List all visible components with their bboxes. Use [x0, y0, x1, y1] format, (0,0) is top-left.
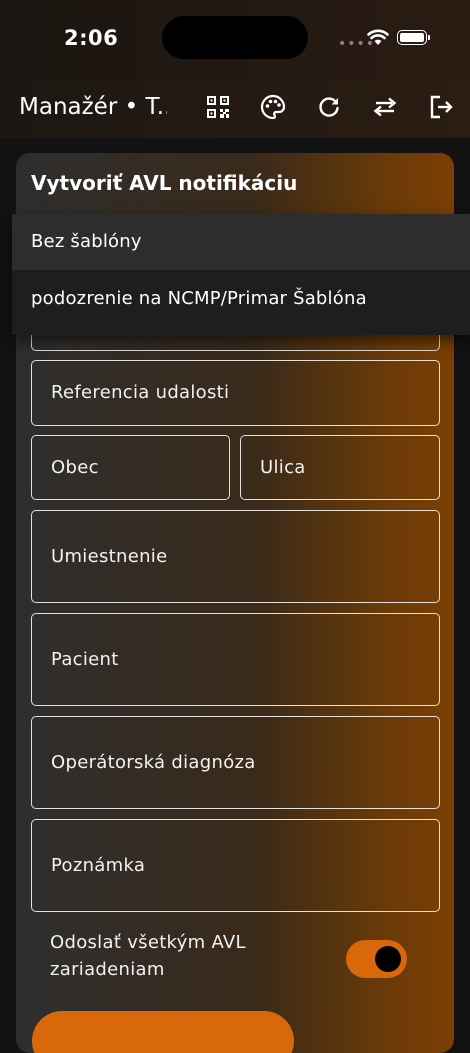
refresh-icon[interactable]: [316, 94, 342, 120]
poznamka-field[interactable]: Poznámka: [31, 819, 440, 912]
status-bar: 2:06 ••••: [0, 0, 470, 80]
ulica-field[interactable]: Ulica: [240, 435, 440, 500]
status-time: 2:06: [64, 26, 119, 50]
reference-field[interactable]: Referencia udalosti: [31, 360, 440, 426]
app-bar: Manažér • T...: [0, 80, 470, 138]
dynamic-island: [162, 16, 308, 59]
template-dropdown-menu: Bez šablóny podozrenie na NCMP/Primar Ša…: [12, 214, 470, 335]
ulica-label: Ulica: [260, 457, 306, 478]
send-all-toggle[interactable]: [346, 940, 407, 978]
diagnoza-field[interactable]: Operátorská diagnóza: [31, 716, 440, 809]
submit-button[interactable]: [32, 1011, 294, 1053]
obec-field[interactable]: Obec: [31, 435, 230, 500]
logout-icon[interactable]: [428, 94, 454, 120]
umiestnenie-field[interactable]: Umiestnenie: [31, 510, 440, 603]
toggle-knob: [375, 946, 401, 972]
send-all-label: Odoslať všetkým AVL zariadeniam: [50, 932, 246, 980]
poznamka-label: Poznámka: [51, 855, 146, 876]
menu-item-ncmp-sablona[interactable]: podozrenie na NCMP/Primar Šablóna: [12, 271, 470, 327]
pacient-label: Pacient: [51, 649, 119, 670]
qr-code-icon[interactable]: [205, 94, 231, 120]
palette-icon[interactable]: [260, 94, 286, 120]
diagnoza-label: Operátorská diagnóza: [51, 752, 256, 773]
battery-icon: [397, 30, 430, 45]
card-title: Vytvoriť AVL notifikáciu: [31, 171, 298, 195]
pacient-field[interactable]: Pacient: [31, 613, 440, 706]
reference-label: Referencia udalosti: [51, 382, 230, 403]
obec-label: Obec: [51, 457, 99, 478]
app-title: Manažér • T...: [19, 94, 167, 120]
umiestnenie-label: Umiestnenie: [51, 546, 168, 567]
menu-item-bez-sablony[interactable]: Bez šablóny: [12, 214, 470, 270]
wifi-icon: [367, 28, 389, 50]
swap-icon[interactable]: [372, 94, 398, 120]
